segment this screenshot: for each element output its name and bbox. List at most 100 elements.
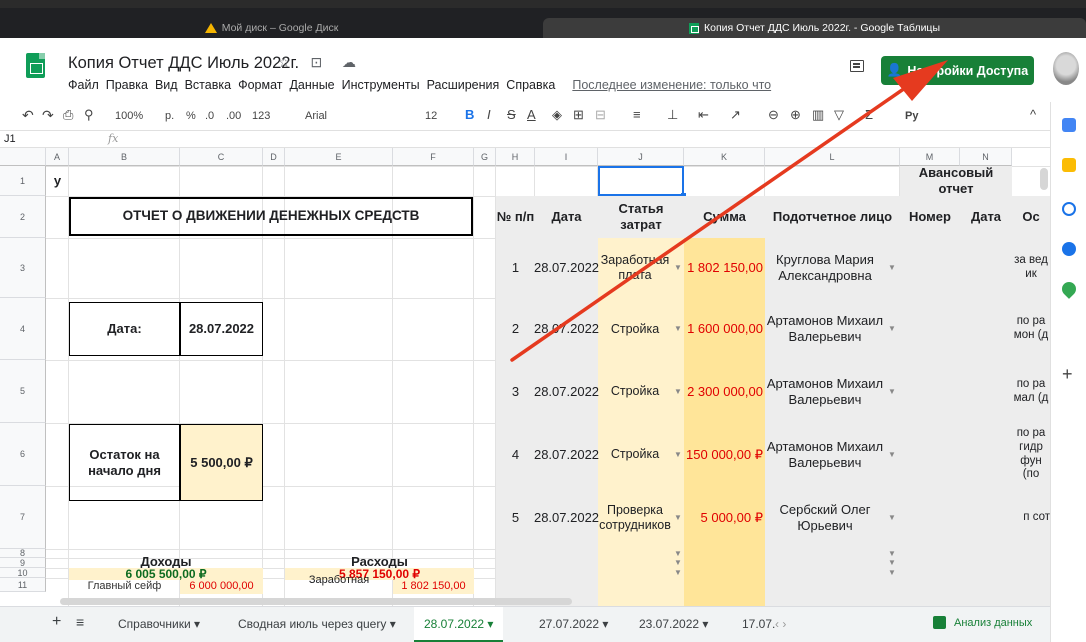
strikethrough-button[interactable]: S [507, 107, 516, 122]
report-title[interactable]: ОТЧЕТ О ДВИЖЕНИИ ДЕНЕЖНЫХ СРЕДСТВ [69, 197, 473, 236]
menu-view[interactable]: Вид [155, 78, 178, 92]
row-person[interactable]: Артамонов Михаил Валерьевич [765, 360, 885, 423]
column-header[interactable]: A [46, 148, 69, 166]
dropdown-chevron-icon[interactable]: ▼ [674, 324, 682, 333]
menu-format[interactable]: Формат [238, 78, 282, 92]
row-header[interactable]: 4 [0, 298, 46, 360]
column-header[interactable]: E [285, 148, 393, 166]
date-value[interactable]: 28.07.2022 [180, 302, 263, 356]
menu-tools[interactable]: Инструменты [342, 78, 420, 92]
dropdown-chevron-icon[interactable]: ▼ [888, 324, 896, 333]
row-num[interactable]: 3 [496, 360, 535, 423]
format-select[interactable]: 123 [252, 110, 270, 122]
row-basis[interactable]: п сот [1012, 486, 1050, 549]
row-basis[interactable]: за вед ик [1012, 238, 1050, 298]
column-header[interactable]: I [535, 148, 598, 166]
row-header[interactable]: 5 [0, 360, 46, 423]
share-button[interactable]: 👤 Настройки Доступа [881, 56, 1034, 85]
column-header[interactable]: N [960, 148, 1012, 166]
percent-button[interactable]: % [186, 110, 196, 122]
menu-insert[interactable]: Вставка [185, 78, 231, 92]
last-edit-link[interactable]: Последнее изменение: только что [572, 78, 771, 92]
text-color-button[interactable]: A [527, 107, 536, 122]
italic-button[interactable]: I [487, 107, 491, 122]
row-header[interactable]: 7 [0, 486, 46, 549]
merge-icon[interactable]: ⊟ [595, 107, 606, 123]
name-box[interactable]: J1 [4, 133, 16, 145]
row-article[interactable]: Проверка сотрудников [598, 486, 672, 549]
add-addon-icon[interactable]: + [1062, 364, 1073, 385]
document-title[interactable]: Копия Отчет ДДС Июль 2022г. [68, 54, 299, 73]
row-article[interactable]: Стройка [598, 360, 672, 423]
row-num[interactable]: 1 [496, 238, 535, 298]
keep-icon[interactable] [1062, 158, 1076, 172]
selected-cell[interactable] [598, 166, 684, 196]
row-header[interactable]: 6 [0, 423, 46, 486]
income-value[interactable]: 6 005 500,00 ₽ [69, 567, 263, 581]
sheet-tab-17-07[interactable]: 17.07. [742, 617, 775, 631]
column-header[interactable]: C [180, 148, 263, 166]
sheet-tab-spravochniki[interactable]: Справочники ▾ [118, 617, 200, 631]
paint-format-icon[interactable]: ⚲ [84, 107, 94, 123]
dropdown-chevron-icon[interactable]: ▼ [674, 558, 682, 567]
column-header[interactable]: F [393, 148, 474, 166]
balance-label[interactable]: Остаток на начало дня [69, 424, 180, 501]
bold-button[interactable]: B [465, 107, 474, 122]
row-date[interactable]: 28.07.2022 [534, 238, 599, 298]
dropdown-chevron-icon[interactable]: ▼ [674, 387, 682, 396]
column-header[interactable]: D [263, 148, 285, 166]
header-o[interactable]: Ос [1012, 196, 1050, 238]
comments-icon[interactable] [850, 60, 864, 72]
column-header[interactable]: H [496, 148, 535, 166]
row-sum[interactable]: 5 000,00 ₽ [684, 486, 765, 549]
header-m[interactable]: Номер [900, 196, 960, 238]
menu-edit[interactable]: Правка [106, 78, 148, 92]
row-date[interactable]: 28.07.2022 [534, 298, 599, 360]
row-basis[interactable]: по ра гидр фун (по [1012, 423, 1050, 486]
row-num[interactable]: 2 [496, 298, 535, 360]
dropdown-chevron-icon[interactable]: ▼ [674, 549, 682, 558]
row-num[interactable]: 4 [496, 423, 535, 486]
browser-tab-drive[interactable]: Мой диск – Google Диск [0, 18, 543, 38]
row-header[interactable]: 3 [0, 238, 46, 298]
print-icon[interactable]: ⎙ [63, 107, 73, 123]
spreadsheet-grid[interactable]: A B C D E F G H I J K L M N 1 2 3 4 5 6 7 8 9 10 11 у ОТЧЕТ О ДВИЖ… [0, 148, 1050, 606]
redo-icon[interactable]: ↷ [42, 107, 54, 124]
sheet-tab-27-07[interactable]: 27.07.2022 ▾ [539, 617, 608, 631]
row-sum[interactable]: 1 600 000,00 [684, 298, 765, 360]
add-sheet-button[interactable]: + [52, 613, 61, 631]
cell-b11[interactable]: Главный сейф [69, 580, 180, 594]
row-date[interactable]: 28.07.2022 [534, 486, 599, 549]
row-article[interactable]: Стройка [598, 298, 672, 360]
horizontal-scrollbar[interactable] [60, 598, 572, 605]
dropdown-chevron-icon[interactable]: ▼ [888, 549, 896, 558]
row-article[interactable]: Стройка [598, 423, 672, 486]
maps-icon[interactable] [1059, 279, 1079, 299]
font-size-select[interactable]: 12 [425, 110, 437, 122]
calendar-icon[interactable] [1062, 118, 1076, 132]
undo-icon[interactable]: ↶ [22, 107, 34, 124]
menu-file[interactable]: Файл [68, 78, 99, 92]
functions-icon[interactable]: Σ [865, 107, 873, 122]
zoom-select[interactable]: 100% [115, 110, 143, 122]
row-sum[interactable]: 1 802 150,00 [684, 238, 765, 298]
cell-c11[interactable]: 6 000 000,00 [180, 580, 263, 594]
dropdown-chevron-icon[interactable]: ▼ [888, 513, 896, 522]
wrap-icon[interactable]: ⇤ [698, 107, 709, 123]
column-header[interactable]: B [69, 148, 180, 166]
dropdown-chevron-icon[interactable]: ▼ [888, 263, 896, 272]
cell-a1[interactable]: у [46, 166, 69, 196]
header-num[interactable]: № п/п [496, 196, 535, 238]
sheet-nav-arrows[interactable]: ‹ › [775, 617, 786, 631]
cell-e11[interactable]: Заработная [285, 574, 393, 588]
vertical-scrollbar[interactable] [1040, 168, 1048, 190]
row-person[interactable]: Круглова Мария Александровна [765, 238, 885, 298]
row-header[interactable]: 2 [0, 196, 46, 238]
dropdown-chevron-icon[interactable]: ▼ [674, 513, 682, 522]
dropdown-chevron-icon[interactable]: ▼ [888, 450, 896, 459]
dropdown-chevron-icon[interactable]: ▼ [674, 450, 682, 459]
corner-cell[interactable] [0, 148, 46, 166]
advance-report-header[interactable]: Авансовый отчет [900, 165, 1012, 196]
date-label[interactable]: Дата: [69, 302, 180, 356]
browser-tab-sheets[interactable]: Копия Отчет ДДС Июль 2022г. - Google Таб… [543, 18, 1086, 38]
